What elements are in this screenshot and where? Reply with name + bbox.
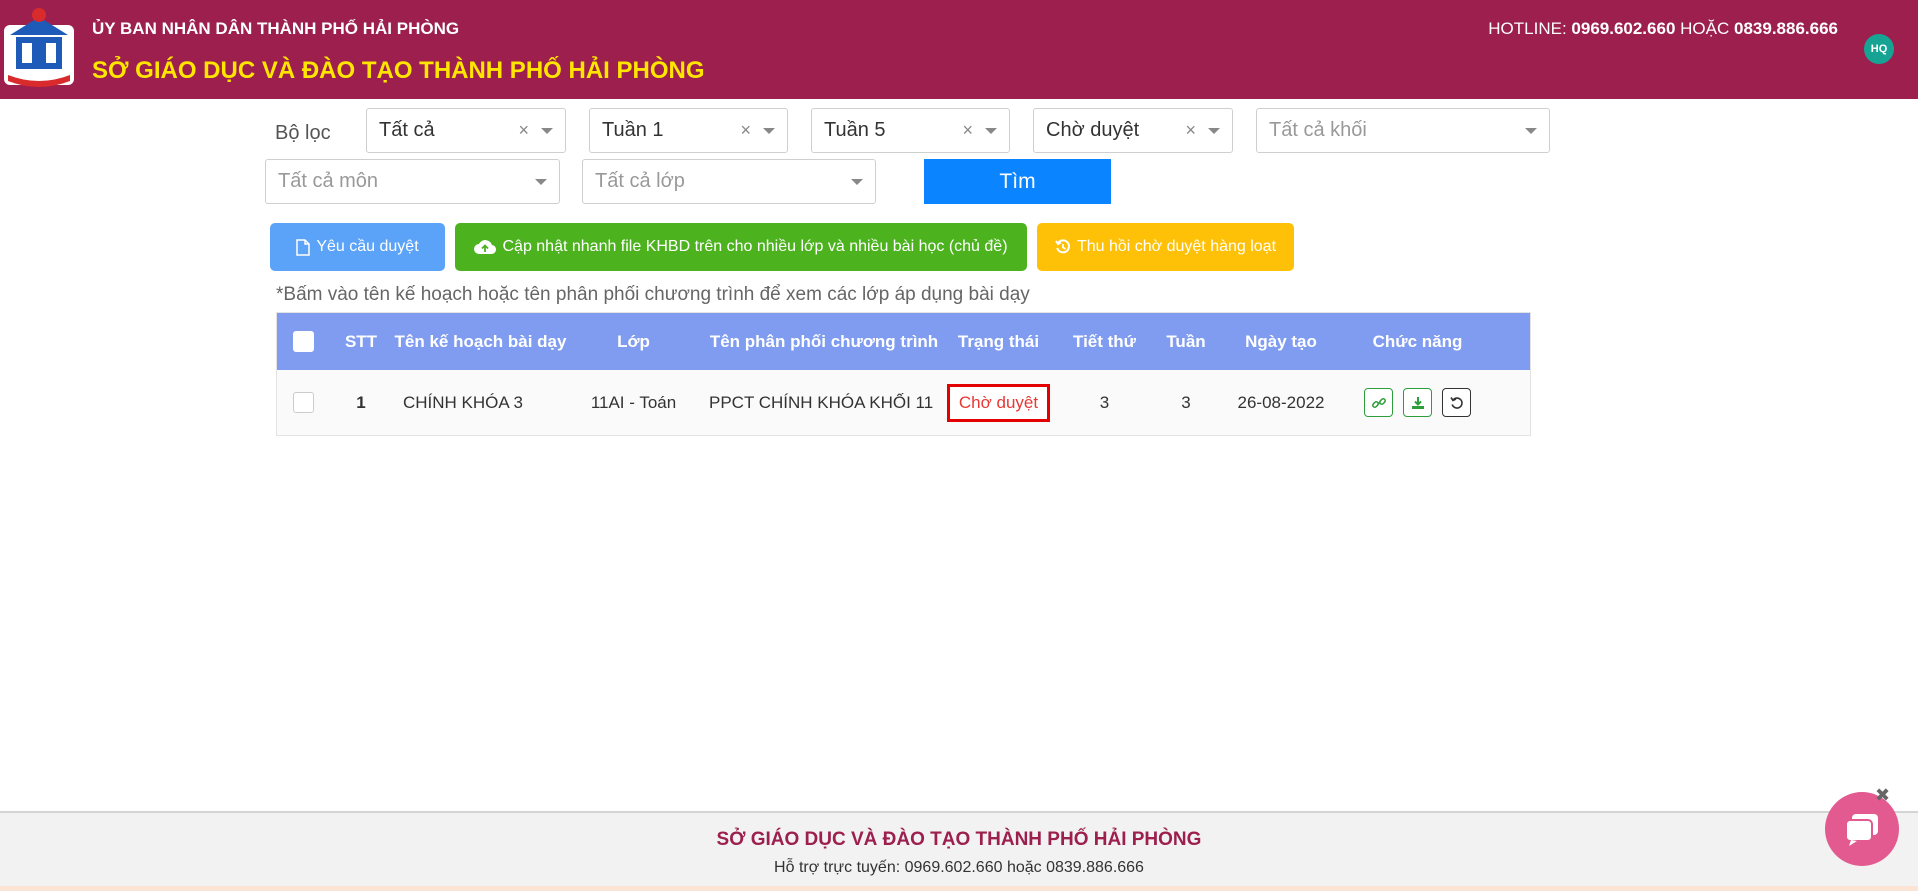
history-icon (1055, 239, 1070, 254)
row-ppct-name[interactable]: PPCT CHÍNH KHÓA KHỐI 11 (699, 370, 949, 435)
search-button[interactable]: Tìm (924, 159, 1111, 204)
hotline-number-2: 0839.886.666 (1734, 19, 1838, 38)
class-select[interactable]: Tất cả lớp (582, 159, 876, 204)
table-row: 1 CHÍNH KHÓA 3 11AI - Toán PPCT CHÍNH KH… (277, 370, 1530, 435)
grade-select-placeholder: Tất cả khối (1269, 119, 1367, 141)
status-select[interactable]: Tất cả × (366, 108, 566, 153)
bulk-update-button[interactable]: Cập nhật nhanh file KHBD trên cho nhiều … (455, 223, 1027, 271)
bulk-revoke-label: Thu hồi chờ duyệt hàng loạt (1076, 238, 1277, 255)
chevron-down-icon (535, 178, 547, 185)
lesson-plan-table: STT Tên kế hoạch bài dạy Lớp Tên phân ph… (276, 312, 1531, 436)
clear-icon[interactable]: × (1185, 120, 1196, 141)
org-line: ỦY BAN NHÂN DÂN THÀNH PHỐ HẢI PHÒNG (92, 19, 460, 38)
chevron-down-icon (541, 127, 553, 134)
hotline-label: HOTLINE: (1488, 19, 1567, 38)
approval-select-value: Chờ duyệt (1046, 119, 1140, 141)
chevron-down-icon (1525, 127, 1537, 134)
row-functions (1351, 370, 1484, 435)
header-created[interactable]: Ngày tạo (1211, 313, 1351, 370)
header-week[interactable]: Tuần (1161, 313, 1211, 370)
class-select-placeholder: Tất cả lớp (595, 170, 685, 192)
header-stt: STT (344, 331, 378, 351)
row-plan-name[interactable]: CHÍNH KHÓA 3 (393, 370, 568, 435)
file-icon (296, 238, 311, 256)
chevron-down-icon (985, 127, 997, 134)
row-created: 26-08-2022 (1237, 392, 1325, 412)
chevron-down-icon (763, 127, 775, 134)
clear-icon[interactable]: × (518, 120, 529, 141)
chevron-down-icon (1208, 127, 1220, 134)
link-button[interactable] (1364, 388, 1393, 417)
row-status-cell: Chờ duyệt (946, 370, 1051, 435)
download-icon (1411, 396, 1424, 409)
cloud-upload-icon (474, 240, 497, 255)
request-approval-button[interactable]: Yêu cầu duyệt (270, 223, 445, 271)
bulk-revoke-button[interactable]: Thu hồi chờ duyệt hàng loạt (1037, 223, 1294, 271)
hotline-number-1: 0969.602.660 (1571, 19, 1676, 38)
select-all-checkbox[interactable] (292, 331, 314, 352)
footer-band (0, 886, 1918, 891)
row-checkbox[interactable] (292, 392, 314, 413)
clear-icon[interactable]: × (740, 120, 751, 141)
header-functions: Chức năng (1372, 331, 1463, 351)
close-icon[interactable]: ✖ (1875, 786, 1893, 804)
download-button[interactable] (1403, 388, 1432, 417)
request-approval-label: Yêu cầu duyệt (316, 238, 419, 255)
week-to-value: Tuần 5 (824, 119, 886, 141)
bulk-update-label: Cập nhật nhanh file KHBD trên cho nhiều … (502, 238, 1008, 255)
page-title: SỞ GIÁO DỤC VÀ ĐÀO TẠO THÀNH PHỐ HẢI PHÒ… (92, 57, 705, 84)
row-checkbox-cell (277, 370, 329, 435)
footer-title: SỞ GIÁO DỤC VÀ ĐÀO TẠO THÀNH PHỐ HẢI PHÒ… (716, 829, 1202, 850)
clear-icon[interactable]: × (962, 120, 973, 141)
site-header: ỦY BAN NHÂN DÂN THÀNH PHỐ HẢI PHÒNG SỞ G… (0, 0, 1918, 99)
filter-label: Bộ lọc (275, 122, 331, 144)
hint-note: *Bấm vào tên kế hoạch hoặc tên phân phối… (276, 284, 1030, 305)
row-stt: 1 (356, 392, 366, 412)
approval-select[interactable]: Chờ duyệt × (1033, 108, 1233, 153)
grade-select[interactable]: Tất cả khối (1256, 108, 1550, 153)
status-select-value: Tất cả (379, 119, 435, 141)
link-icon (1371, 397, 1386, 408)
row-period: 3 (1099, 392, 1110, 412)
site-footer: SỞ GIÁO DỤC VÀ ĐÀO TẠO THÀNH PHỐ HẢI PHÒ… (0, 811, 1918, 891)
undo-icon (1449, 396, 1463, 409)
week-from-select[interactable]: Tuần 1 × (589, 108, 788, 153)
header-class[interactable]: Lớp (568, 313, 699, 370)
week-to-select[interactable]: Tuần 5 × (811, 108, 1010, 153)
subject-select[interactable]: Tất cả môn (265, 159, 560, 204)
hotline-or: HOẶC (1680, 19, 1730, 38)
header-plan-name[interactable]: Tên kế hoạch bài dạy (393, 313, 568, 370)
header-checkbox-cell (277, 313, 329, 370)
logo-emblem[interactable] (0, 5, 78, 91)
avatar[interactable]: HQ (1864, 34, 1894, 64)
header-ppct-name[interactable]: Tên phân phối chương trình (699, 313, 949, 370)
chat-icon (1845, 814, 1878, 846)
week-from-value: Tuần 1 (602, 119, 664, 141)
revoke-button[interactable] (1442, 388, 1471, 417)
table-header: STT Tên kế hoạch bài dạy Lớp Tên phân ph… (277, 313, 1530, 370)
subject-select-placeholder: Tất cả môn (278, 170, 379, 192)
footer-support: Hỗ trợ trực tuyến: 0969.602.660 hoặc 083… (774, 859, 1144, 876)
header-status[interactable]: Trạng thái (949, 313, 1048, 370)
hotline: HOTLINE: 0969.602.660 HOẶC 0839.886.666 (1488, 19, 1838, 39)
row-week: 3 (1181, 392, 1191, 412)
status-badge: Chờ duyệt (946, 383, 1051, 422)
header-period[interactable]: Tiết thứ (1048, 313, 1161, 370)
chevron-down-icon (851, 178, 863, 185)
row-class: 11AI - Toán (590, 392, 677, 412)
